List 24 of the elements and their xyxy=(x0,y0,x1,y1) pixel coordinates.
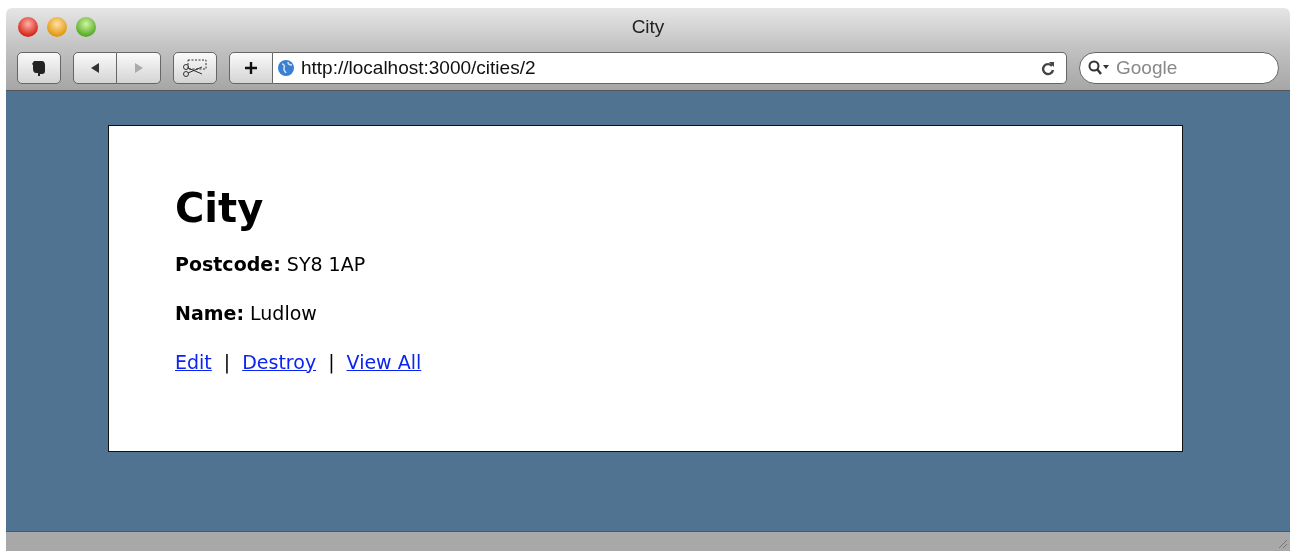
search-field[interactable]: Google xyxy=(1079,51,1279,84)
forward-icon xyxy=(132,61,145,74)
page-link[interactable]: Destroy xyxy=(242,350,317,373)
resize-grip-icon[interactable] xyxy=(1276,537,1288,549)
elephant-button[interactable] xyxy=(17,51,61,84)
back-button[interactable] xyxy=(73,51,117,84)
address-field[interactable]: http://localhost:3000/cities/2 xyxy=(273,51,1067,84)
back-icon xyxy=(89,61,101,74)
page-link[interactable]: View All xyxy=(346,350,422,373)
field-text: Name: Ludlow xyxy=(175,301,318,325)
page-link[interactable]: Edit xyxy=(175,350,212,373)
clip-button[interactable] xyxy=(173,51,217,84)
globe-icon xyxy=(277,58,295,77)
scissors-icon xyxy=(182,58,208,77)
search-icon xyxy=(1088,59,1110,76)
forward-button[interactable] xyxy=(117,51,161,84)
link-separator: | xyxy=(223,350,231,373)
window-title: City xyxy=(630,15,666,38)
add-bookmark-button[interactable] xyxy=(229,51,273,84)
close-button[interactable] xyxy=(18,16,38,37)
field-text: Postcode: SY8 1AP xyxy=(175,253,367,276)
link-separator: | xyxy=(328,350,335,373)
plus-icon xyxy=(244,60,258,75)
reload-icon[interactable] xyxy=(1040,59,1056,76)
